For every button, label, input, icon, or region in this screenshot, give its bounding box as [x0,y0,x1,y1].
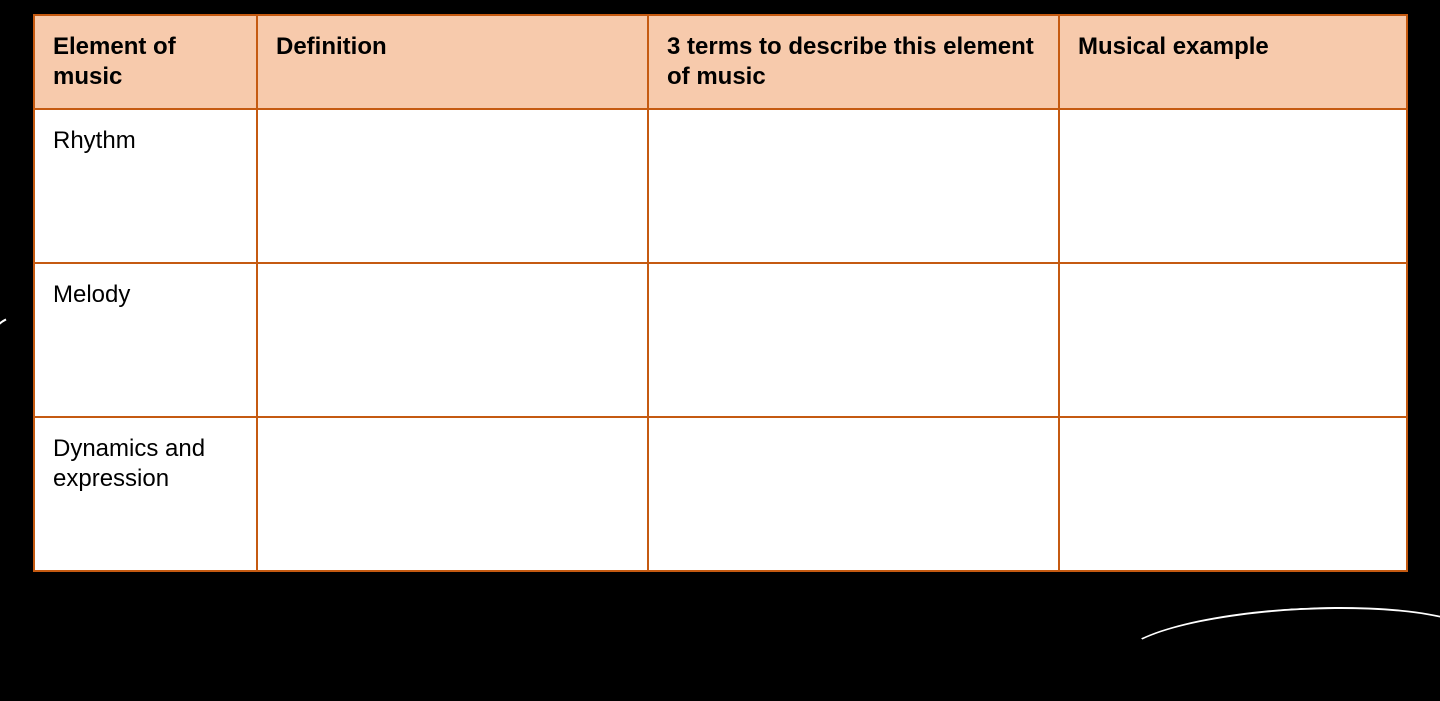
cell-example [1059,417,1407,571]
header-element-of-music: Element of music [34,15,257,109]
cell-element: Dynamics and expression [34,417,257,571]
music-elements-table: Element of music Definition 3 terms to d… [33,14,1408,572]
music-elements-table-container: Element of music Definition 3 terms to d… [33,14,1408,572]
cell-terms [648,109,1059,263]
cell-example [1059,109,1407,263]
cell-element: Rhythm [34,109,257,263]
cell-definition [257,109,648,263]
cell-element: Melody [34,263,257,417]
table-row: Melody [34,263,1407,417]
header-musical-example: Musical example [1059,15,1407,109]
table-row: Rhythm [34,109,1407,263]
table-row: Dynamics and expression [34,417,1407,571]
header-terms: 3 terms to describe this element of musi… [648,15,1059,109]
header-definition: Definition [257,15,648,109]
cell-definition [257,417,648,571]
cell-terms [648,417,1059,571]
cell-definition [257,263,648,417]
cell-example [1059,263,1407,417]
table-header-row: Element of music Definition 3 terms to d… [34,15,1407,109]
stray-mark-icon [1118,599,1440,701]
cell-terms [648,263,1059,417]
